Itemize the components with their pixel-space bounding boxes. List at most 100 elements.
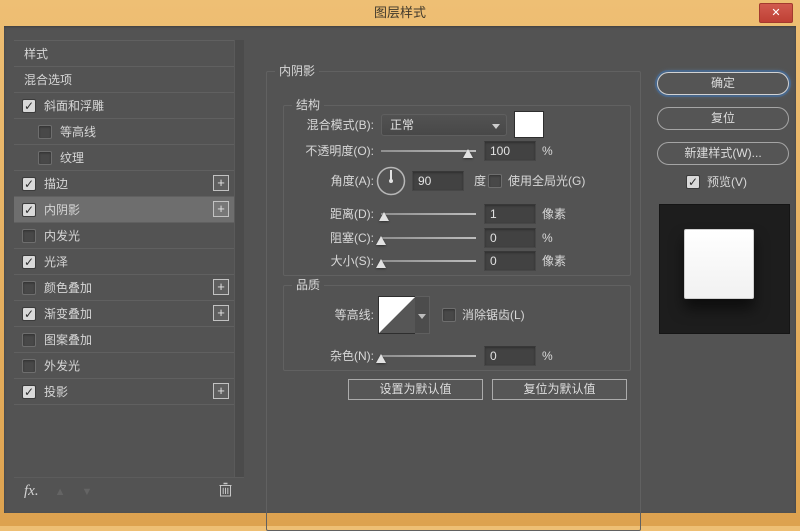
title-bar: 图层样式 ✕	[0, 0, 800, 26]
new-style-button[interactable]: 新建样式(W)...	[657, 142, 789, 165]
add-effect-instance-button[interactable]: +	[213, 175, 229, 191]
trash-icon	[219, 482, 232, 496]
sidebar-item-label: 等高线	[60, 125, 97, 139]
noise-row: 杂色(N): 0 %	[284, 345, 630, 367]
make-default-button[interactable]: 设置为默认值	[348, 379, 483, 400]
opacity-input[interactable]: 100	[484, 141, 536, 161]
dialog-body: 样式混合选项斜面和浮雕等高线纹理描边 + 内阴影 + 内发光光泽颜色叠加 + 渐变叠加 + 图案…	[4, 26, 796, 531]
add-effect-instance-button[interactable]: +	[213, 201, 229, 217]
size-slider[interactable]	[376, 259, 476, 268]
window-title: 图层样式	[373, 5, 426, 20]
distance-input[interactable]: 1	[484, 204, 536, 224]
angle-dial[interactable]	[376, 166, 406, 196]
effect-checkbox[interactable]	[22, 384, 36, 399]
slider-thumb[interactable]	[463, 149, 473, 158]
add-effect-instance-button[interactable]: +	[213, 305, 229, 321]
distance-row: 距离(D): 1 像素	[284, 203, 630, 225]
angle-row: 角度(A): 90 度 使用全局光(G)	[284, 166, 630, 196]
reset-default-button[interactable]: 复位为默认值	[492, 379, 627, 400]
anti-alias-checkbox[interactable]	[442, 308, 456, 322]
effect-checkbox[interactable]	[38, 150, 52, 165]
sidebar-item-color-overlay[interactable]: 颜色叠加 +	[14, 275, 234, 301]
fx-menu-button[interactable]: fx.	[24, 483, 39, 500]
choke-unit: %	[542, 231, 553, 245]
sidebar-item-inner-shadow[interactable]: 内阴影 +	[14, 197, 234, 223]
sidebar-scrollbar[interactable]	[234, 40, 244, 477]
quality-legend: 品质	[292, 278, 325, 293]
preview-label: 预览(V)	[707, 175, 747, 189]
preview-thumbnail	[659, 204, 790, 334]
slider-thumb[interactable]	[379, 212, 389, 221]
close-button[interactable]: ✕	[759, 3, 793, 23]
shadow-color-swatch[interactable]	[514, 111, 544, 138]
inner-shadow-panel: 内阴影 结构 混合模式(B): 正常 不透明度(O): 100 % 角度(A):	[266, 64, 641, 531]
effect-checkbox[interactable]	[22, 228, 36, 243]
effect-checkbox[interactable]	[22, 254, 36, 269]
sidebar-item-drop-shadow[interactable]: 投影 +	[14, 379, 234, 405]
sidebar-item-texture[interactable]: 纹理	[14, 145, 234, 171]
choke-input[interactable]: 0	[484, 228, 536, 248]
effect-checkbox[interactable]	[22, 176, 36, 191]
sidebar-item-blending-options[interactable]: 混合选项	[14, 67, 234, 93]
sidebar-item-label: 颜色叠加	[44, 281, 93, 295]
size-unit: 像素	[542, 254, 567, 268]
move-effect-up-button[interactable]: ▲	[55, 486, 66, 498]
anti-alias-label: 消除锯齿(L)	[462, 308, 525, 322]
contour-dropdown-arrow[interactable]	[415, 296, 430, 334]
add-effect-instance-button[interactable]: +	[213, 383, 229, 399]
slider-thumb[interactable]	[376, 259, 386, 268]
choke-slider[interactable]	[376, 236, 476, 245]
size-input[interactable]: 0	[484, 251, 536, 271]
sidebar-item-label: 渐变叠加	[44, 307, 93, 321]
choke-row: 阻塞(C): 0 %	[284, 227, 630, 249]
sidebar-item-inner-glow[interactable]: 内发光	[14, 223, 234, 249]
sidebar-item-gradient-overlay[interactable]: 渐变叠加 +	[14, 301, 234, 327]
noise-label: 杂色(N):	[330, 349, 374, 363]
preview-layer-square	[684, 229, 754, 299]
delete-effect-button[interactable]	[219, 482, 232, 502]
use-global-light-checkbox[interactable]	[488, 174, 502, 188]
opacity-slider[interactable]	[381, 149, 476, 158]
size-label: 大小(S):	[330, 254, 374, 268]
angle-input[interactable]: 90	[412, 171, 464, 191]
add-effect-instance-button[interactable]: +	[213, 279, 229, 295]
sidebar-item-outer-glow[interactable]: 外发光	[14, 353, 234, 379]
effect-checkbox[interactable]	[38, 124, 52, 139]
contour-picker[interactable]	[378, 296, 416, 334]
reset-button[interactable]: 复位	[657, 107, 789, 130]
move-effect-down-button[interactable]: ▼	[81, 486, 92, 498]
sidebar-item-label: 图案叠加	[44, 333, 93, 347]
blend-mode-label: 混合模式(B):	[306, 118, 374, 132]
contour-label: 等高线:	[334, 308, 374, 322]
blend-mode-select[interactable]: 正常	[381, 114, 507, 136]
angle-unit: 度	[474, 174, 487, 188]
sidebar-item-pattern-overlay[interactable]: 图案叠加	[14, 327, 234, 353]
preview-checkbox[interactable]	[686, 175, 700, 189]
sidebar-item-contour[interactable]: 等高线	[14, 119, 234, 145]
noise-input[interactable]: 0	[484, 346, 536, 366]
sidebar-item-label: 投影	[44, 385, 69, 399]
effect-checkbox[interactable]	[22, 358, 36, 373]
effect-checkbox[interactable]	[22, 98, 36, 113]
sidebar-item-label: 样式	[24, 47, 49, 61]
slider-thumb[interactable]	[376, 354, 386, 363]
sidebar-item-styles[interactable]: 样式	[14, 41, 234, 67]
distance-slider[interactable]	[379, 212, 476, 221]
effect-checkbox[interactable]	[22, 202, 36, 217]
sidebar-item-label: 内发光	[44, 229, 81, 243]
noise-slider[interactable]	[376, 354, 476, 363]
effect-checkbox[interactable]	[22, 306, 36, 321]
sidebar-item-stroke[interactable]: 描边 +	[14, 171, 234, 197]
effect-checkbox[interactable]	[22, 280, 36, 295]
chevron-down-icon	[492, 124, 500, 129]
slider-thumb[interactable]	[376, 236, 386, 245]
opacity-row: 不透明度(O): 100 %	[284, 140, 630, 162]
effects-sidebar: 样式混合选项斜面和浮雕等高线纹理描边 + 内阴影 + 内发光光泽颜色叠加 + 渐变叠加 + 图案…	[14, 40, 244, 505]
sidebar-item-bevel-and-emboss[interactable]: 斜面和浮雕	[14, 93, 234, 119]
opacity-label: 不透明度(O):	[305, 144, 374, 158]
sidebar-item-label: 光泽	[44, 255, 69, 269]
blend-mode-row: 混合模式(B): 正常	[284, 111, 630, 138]
sidebar-item-satin[interactable]: 光泽	[14, 249, 234, 275]
ok-button[interactable]: 确定	[657, 72, 789, 95]
effect-checkbox[interactable]	[22, 332, 36, 347]
